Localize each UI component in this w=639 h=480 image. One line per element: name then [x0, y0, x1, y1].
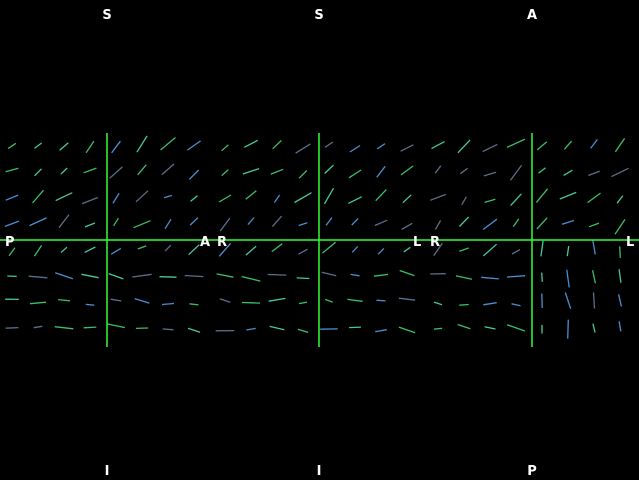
vector-glyph [159, 276, 177, 278]
vector-glyph [241, 301, 261, 304]
vector-glyph [619, 246, 621, 258]
coronal-top-label: S [314, 8, 323, 23]
axial-bottom-label: P [527, 464, 537, 479]
sagittal-right-label: A [200, 235, 210, 250]
axial-right-label: L [626, 235, 634, 250]
vector-glyph [162, 328, 174, 331]
coronal-right-label: L [413, 235, 421, 250]
sagittal-top-label: S [102, 8, 111, 23]
vector-glyph [433, 327, 443, 330]
coronal-left-label: R [217, 235, 227, 250]
vector-glyph [5, 326, 19, 329]
orthogonal-viewer[interactable]: S I P A S I R L A P R L [0, 0, 639, 480]
vector-glyph [296, 277, 310, 280]
vector-glyph [567, 319, 569, 339]
vector-glyph [85, 303, 95, 306]
axial-left-label: R [430, 235, 440, 250]
coronal-bottom-label: I [317, 464, 322, 479]
vector-glyph [376, 299, 386, 302]
vector-glyph [349, 326, 361, 329]
sagittal-bottom-label: I [105, 464, 110, 479]
sagittal-left-label: P [5, 235, 15, 250]
vector-glyph [541, 272, 543, 282]
axial-top-label: A [527, 8, 537, 23]
vector-glyph [267, 273, 287, 276]
vector-glyph [83, 326, 97, 329]
vector-glyph [459, 303, 469, 306]
